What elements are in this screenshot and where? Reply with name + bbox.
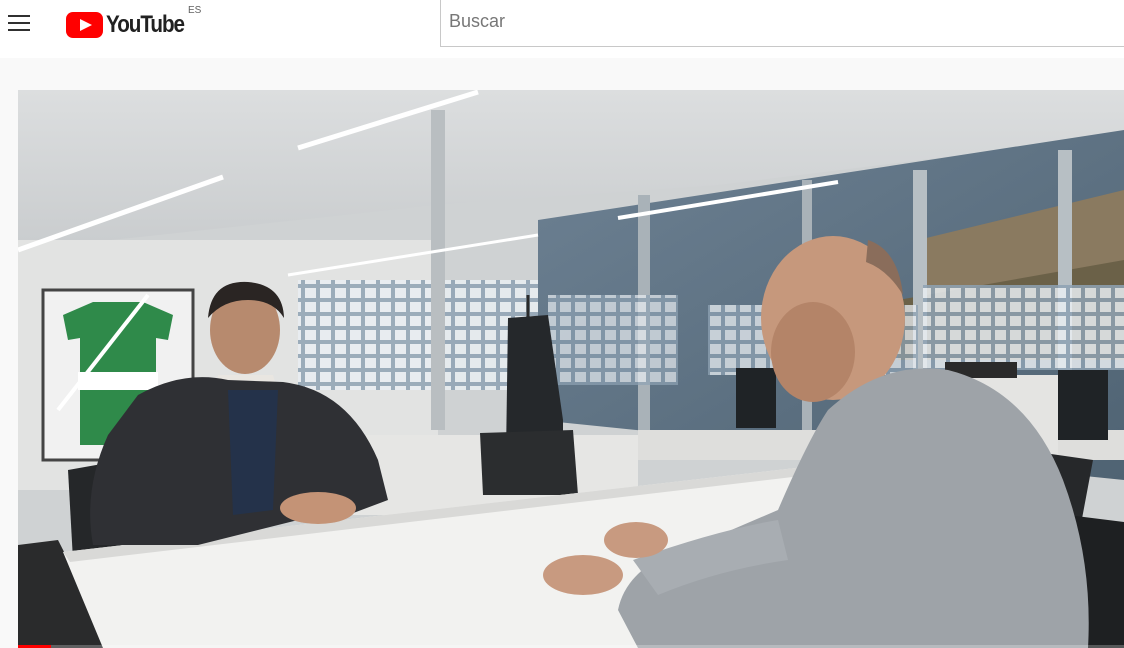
youtube-logo[interactable]: YouTube [66, 10, 197, 40]
youtube-play-icon [66, 12, 103, 38]
video-player[interactable] [18, 90, 1124, 648]
search-box[interactable] [440, 0, 1124, 47]
masthead: YouTube ES [0, 0, 1124, 58]
hamburger-menu-icon[interactable] [8, 13, 32, 33]
logo-text: YouTube [106, 11, 185, 38]
region-code: ES [188, 5, 202, 16]
search-input[interactable] [449, 8, 1109, 34]
video-frame [18, 90, 1124, 648]
